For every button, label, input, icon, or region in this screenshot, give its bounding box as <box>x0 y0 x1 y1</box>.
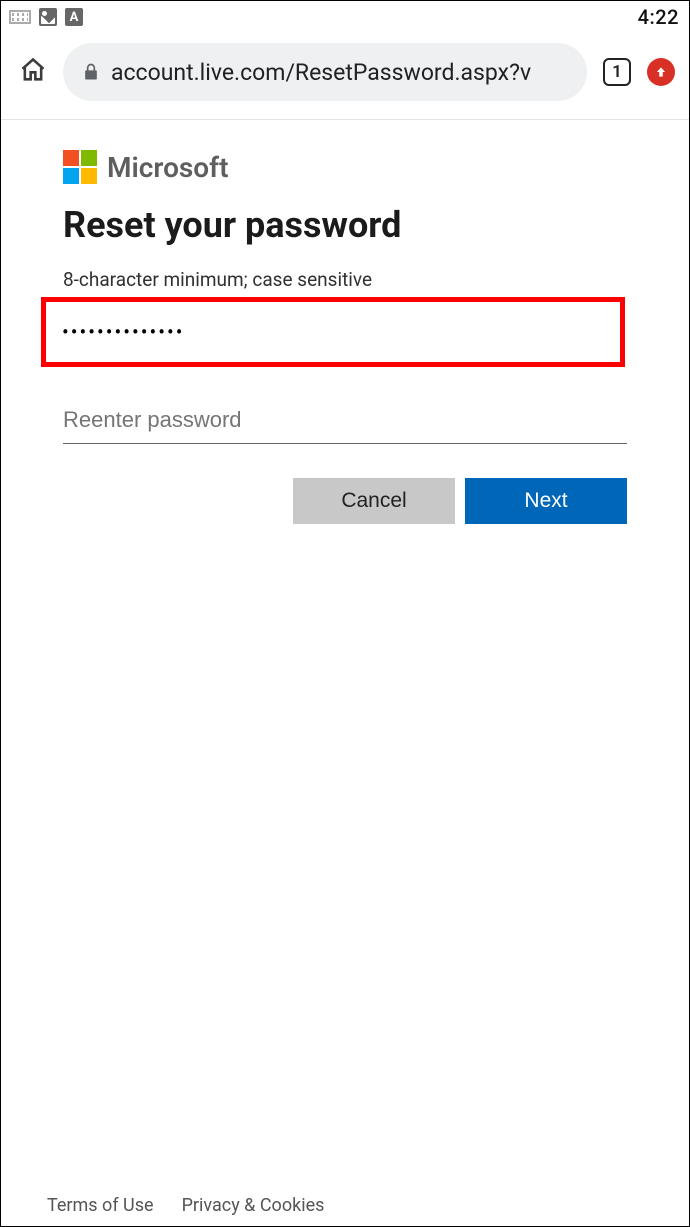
app-a-icon: A <box>65 8 83 26</box>
password-mask: •••••••••••••• <box>62 320 184 344</box>
home-icon[interactable] <box>19 56 47 88</box>
microsoft-brand: Microsoft <box>63 150 627 184</box>
clock: 4:22 <box>638 5 679 29</box>
reenter-password-input[interactable] <box>63 399 627 444</box>
brand-text: Microsoft <box>107 151 229 184</box>
privacy-link[interactable]: Privacy & Cookies <box>182 1195 325 1216</box>
android-status-bar: A 4:22 <box>1 1 689 31</box>
image-icon <box>39 8 57 26</box>
keyboard-icon <box>9 10 31 24</box>
cancel-button[interactable]: Cancel <box>293 478 455 524</box>
page-title: Reset your password <box>63 204 627 246</box>
update-available-icon[interactable] <box>647 58 675 86</box>
url-bar[interactable]: account.live.com/ResetPassword.aspx?v <box>63 43 587 101</box>
url-text: account.live.com/ResetPassword.aspx?v <box>111 59 531 86</box>
browser-toolbar: account.live.com/ResetPassword.aspx?v 1 <box>1 31 689 120</box>
tabs-button[interactable]: 1 <box>603 58 631 86</box>
lock-icon <box>81 62 101 82</box>
button-row: Cancel Next <box>63 478 627 524</box>
password-hint: 8-character minimum; case sensitive <box>63 268 627 291</box>
terms-link[interactable]: Terms of Use <box>47 1195 154 1216</box>
reset-password-form: Microsoft Reset your password 8-characte… <box>1 120 689 524</box>
microsoft-logo-icon <box>63 150 97 184</box>
new-password-input[interactable]: •••••••••••••• <box>41 297 625 367</box>
next-button[interactable]: Next <box>465 478 627 524</box>
footer: Terms of Use Privacy & Cookies <box>1 1195 689 1226</box>
